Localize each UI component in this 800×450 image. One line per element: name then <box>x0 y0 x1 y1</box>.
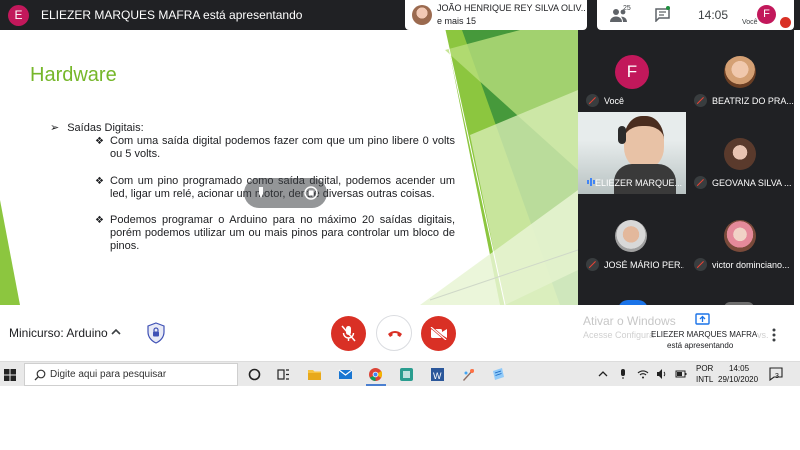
joiner-name: JOÃO HENRIQUE REY SILVA OLIV... <box>437 3 585 13</box>
task-view-icon[interactable] <box>276 367 291 382</box>
more-options-icon[interactable] <box>772 328 776 342</box>
joiner-photo <box>412 5 432 25</box>
chat-unread-dot <box>666 6 670 10</box>
camera-toggle-button[interactable] <box>421 316 456 351</box>
mic-off-icon <box>780 17 791 28</box>
windows-start-icon[interactable] <box>4 369 16 381</box>
slide-title: Hardware <box>30 64 117 86</box>
microphone-icon[interactable] <box>617 368 629 380</box>
battery-icon[interactable] <box>675 368 687 380</box>
meet-top-bar: E ELIEZER MARQUES MAFRA está apresentand… <box>0 0 800 30</box>
screen: E ELIEZER MARQUES MAFRA está apresentand… <box>0 0 800 450</box>
taskbar-search-input[interactable]: Digite aqui para pesquisar <box>24 363 238 386</box>
participant-video-tile[interactable]: ELIEZER MARQUE... <box>578 112 686 194</box>
svg-text:W: W <box>433 371 442 381</box>
activate-sub-tail: vs. <box>757 330 769 340</box>
stop-share-icon[interactable] <box>304 186 318 200</box>
self-avatar[interactable]: F <box>757 5 776 24</box>
bullet-heading-text: Saídas Digitais: <box>67 122 144 134</box>
participant-name: JOSÉ MÁRIO PER... <box>604 260 684 270</box>
presenting-name: ELIEZER MARQUES MAFRA <box>651 330 758 339</box>
presentation-slide: Hardware ➢ Saídas Digitais: ❖ Com uma saí… <box>0 30 578 305</box>
chevron-up-icon[interactable] <box>111 327 121 337</box>
participant-photo <box>724 220 756 252</box>
participants-panel: F Você BEATRIZ DO PRA... ELIEZER MARQUE.… <box>578 30 794 305</box>
people-count: 25 <box>623 5 631 12</box>
mic-toggle-button[interactable] <box>331 316 366 351</box>
meeting-clock: 14:05 <box>698 8 729 22</box>
participant-avatar: F <box>615 55 649 89</box>
slide-sub-item: ❖ Com uma saída digital podemos fazer co… <box>95 135 455 161</box>
mic-off-icon <box>341 325 356 342</box>
participant-tile[interactable]: JOSÉ MÁRIO PER... <box>578 194 686 276</box>
windows-taskbar: Digite aqui para pesquisar W POR INTL 14… <box>0 361 800 386</box>
presenter-title: ELIEZER MARQUES MAFRA está apresentando <box>41 8 303 22</box>
meet-bottom-bar: Minicurso: Arduino Ativar o Windows Aces… <box>0 305 800 361</box>
word-icon[interactable]: W <box>430 367 445 382</box>
meeting-name[interactable]: Minicurso: Arduino <box>9 326 108 340</box>
app-icon[interactable] <box>399 367 414 382</box>
mail-icon[interactable] <box>338 367 353 382</box>
keyboard-language[interactable]: POR <box>696 364 713 373</box>
active-app-indicator <box>366 384 386 386</box>
join-notification[interactable]: JOÃO HENRIQUE REY SILVA OLIV... e mais 1… <box>405 0 587 30</box>
participant-name: victor dominciano... <box>712 260 790 270</box>
chat-icon[interactable] <box>655 8 670 22</box>
participant-photo <box>724 56 756 88</box>
participant-photo <box>724 138 756 170</box>
hang-up-icon <box>388 331 402 337</box>
sub-item-text: Com uma saída digital podemos fazer com … <box>110 135 455 160</box>
present-screen-icon[interactable] <box>695 313 710 326</box>
self-label: Você <box>742 19 758 26</box>
joiner-more: e mais 15 <box>437 16 477 26</box>
search-placeholder: Digite aqui para pesquisar <box>50 369 167 380</box>
file-explorer-icon[interactable] <box>307 367 322 382</box>
mic-off-icon <box>586 94 599 107</box>
participant-tile[interactable]: BEATRIZ DO PRA... <box>686 30 794 112</box>
participant-name: Você <box>604 96 625 106</box>
chevron-up-icon[interactable] <box>597 368 609 380</box>
participant-name: GEOVANA SILVA ... <box>712 178 792 188</box>
participant-name: ELIEZER MARQUE... <box>594 178 682 188</box>
paint-icon[interactable] <box>461 367 476 382</box>
sub-bullet-mark: ❖ <box>95 136 104 147</box>
activate-windows-title: Ativar o Windows <box>583 314 676 328</box>
screen-share-toolbar[interactable] <box>244 178 327 208</box>
taskbar-clock-date[interactable]: 29/10/2020 <box>718 375 758 384</box>
cortana-icon[interactable] <box>247 367 262 382</box>
notification-count: 3 <box>775 373 779 380</box>
search-icon <box>34 369 46 381</box>
participant-tile[interactable]: GEOVANA SILVA ... <box>686 112 794 194</box>
sub-item-text: Podemos programar o Arduino para no máxi… <box>110 214 455 252</box>
top-controls: 25 14:05 F Você <box>597 0 794 30</box>
mic-off-icon <box>586 258 599 271</box>
shield-lock-icon[interactable] <box>146 322 166 344</box>
sub-bullet-mark: ❖ <box>95 215 104 226</box>
wifi-icon[interactable] <box>637 368 649 380</box>
participant-photo <box>615 220 647 252</box>
presenter-face <box>624 116 664 168</box>
presenting-status: está apresentando <box>667 341 734 350</box>
headset-icon <box>618 126 626 144</box>
pen-icon[interactable] <box>256 186 266 200</box>
chrome-icon[interactable] <box>368 367 383 382</box>
mic-off-icon <box>694 258 707 271</box>
bullet-arrow: ➢ <box>50 122 60 134</box>
participant-name: BEATRIZ DO PRA... <box>712 96 794 106</box>
sub-bullet-mark: ❖ <box>95 176 104 187</box>
mic-off-icon <box>694 176 707 189</box>
mic-off-icon <box>694 94 707 107</box>
participant-tile[interactable]: F Você <box>578 30 686 112</box>
camera-off-icon <box>430 327 447 340</box>
notepad-icon[interactable] <box>491 367 506 382</box>
volume-icon[interactable] <box>656 368 668 380</box>
slide-sub-item: ❖ Podemos programar o Arduino para no má… <box>95 214 455 253</box>
participant-tile[interactable]: victor dominciano... <box>686 194 794 276</box>
activate-sub-text: Acesse Configura <box>583 330 655 340</box>
slide-bullet-heading: ➢ Saídas Digitais: <box>50 121 144 134</box>
taskbar-clock-time[interactable]: 14:05 <box>729 364 749 373</box>
keyboard-layout[interactable]: INTL <box>696 375 713 384</box>
leave-call-button[interactable] <box>376 315 412 351</box>
presenter-avatar: E <box>8 5 29 26</box>
